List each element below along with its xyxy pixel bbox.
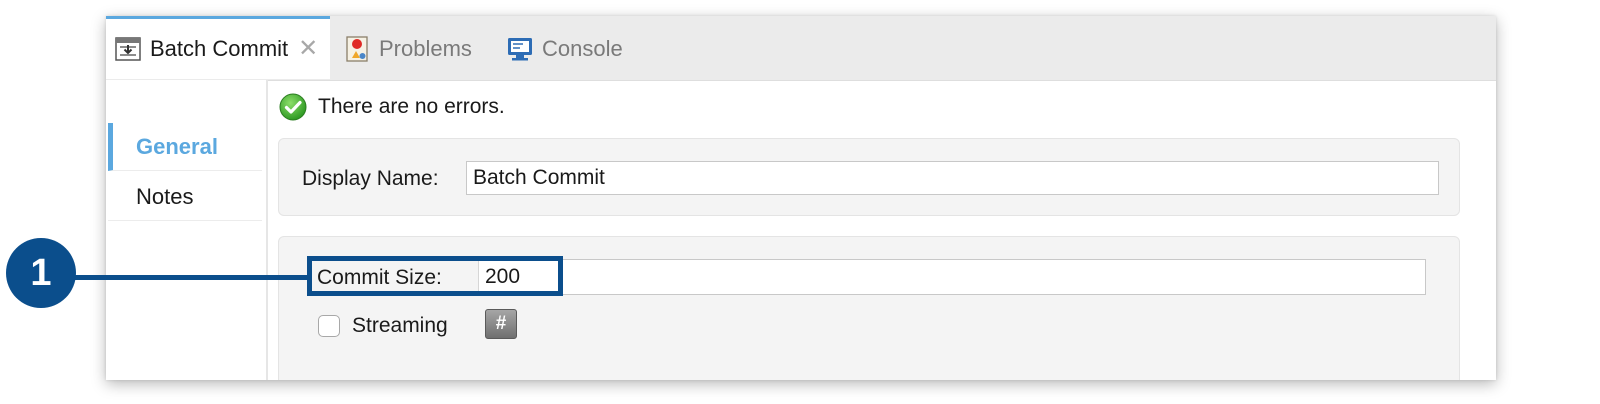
tab-label: Console (542, 36, 623, 61)
properties-sidebar: General Notes (106, 80, 268, 380)
status-message: There are no errors. (318, 95, 505, 118)
sidebar-item-notes[interactable]: Notes (108, 173, 262, 221)
commit-size-field[interactable] (478, 259, 1426, 295)
problems-icon (346, 36, 368, 62)
display-name-label: Display Name: (302, 167, 439, 190)
display-name-field[interactable] (466, 161, 1439, 195)
check-circle-icon (279, 93, 307, 121)
tab-batch-commit[interactable]: Batch Commit ✕ (106, 16, 330, 79)
console-icon (508, 38, 532, 61)
streaming-label: Streaming (352, 314, 448, 337)
sidebar-item-label: Notes (136, 183, 194, 209)
sidebar-item-general[interactable]: General (108, 123, 262, 171)
editor-tab-bar: Batch Commit ✕ Problems Console (106, 16, 1496, 81)
callout-badge: 1 (6, 238, 76, 308)
expression-button[interactable]: # (485, 309, 517, 339)
callout-highlight (307, 256, 563, 296)
tab-problems[interactable]: Problems (344, 18, 472, 80)
hash-icon: # (495, 313, 507, 334)
validation-status: There are no errors. (270, 80, 1496, 134)
tab-console[interactable]: Console (507, 18, 623, 80)
display-name-panel: Display Name: (278, 138, 1460, 216)
sidebar-item-label: General (136, 133, 218, 159)
callout-connector (72, 275, 308, 280)
callout-number: 1 (30, 251, 52, 294)
tab-label: Problems (379, 36, 472, 61)
streaming-checkbox[interactable] (318, 315, 340, 337)
batch-commit-icon (115, 37, 141, 61)
properties-window: Batch Commit ✕ Problems Console General … (106, 16, 1496, 380)
tab-label: Batch Commit (150, 36, 289, 61)
close-icon[interactable]: ✕ (298, 37, 318, 61)
